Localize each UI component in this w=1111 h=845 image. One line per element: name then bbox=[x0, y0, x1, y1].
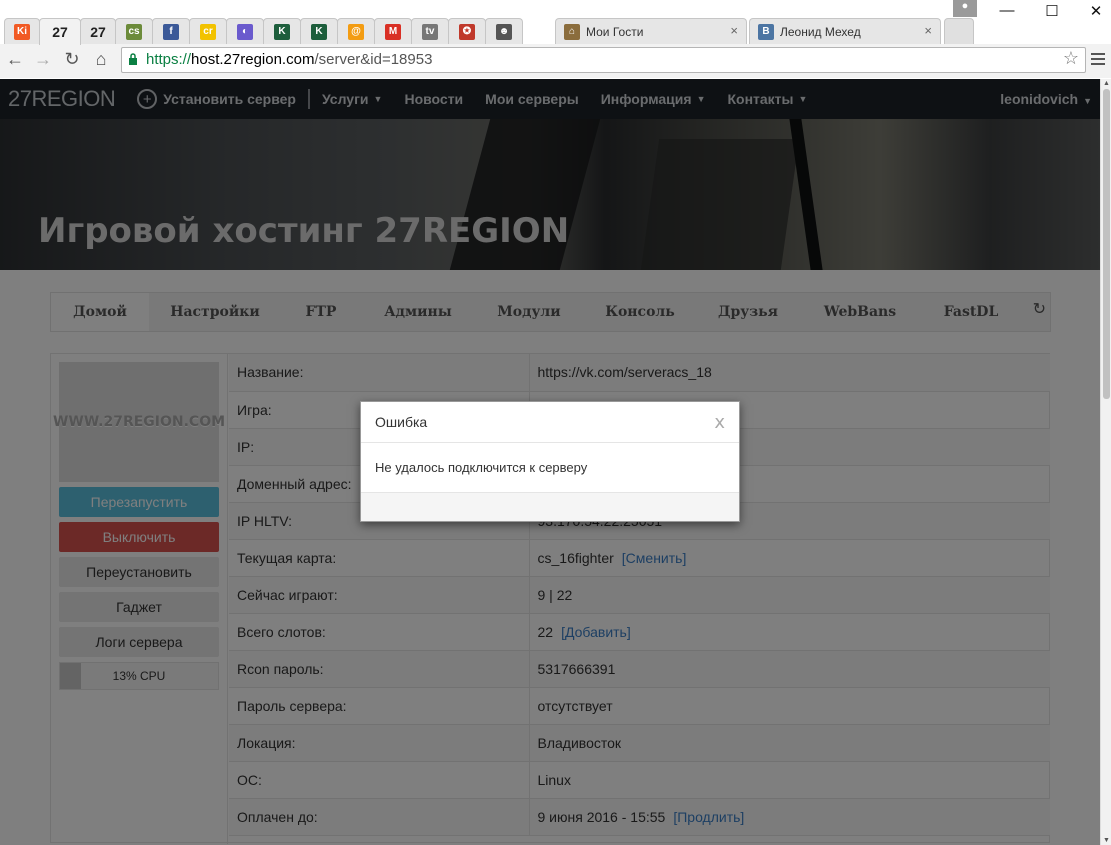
favicon-icon: ◐ bbox=[237, 23, 253, 40]
bookmark-star-icon[interactable]: ☆ bbox=[1063, 48, 1079, 69]
new-tab-button[interactable] bbox=[944, 18, 974, 44]
scroll-down-icon[interactable]: ▼ bbox=[1103, 837, 1110, 844]
favicon-icon: tv bbox=[422, 23, 438, 40]
tab-close-icon[interactable]: × bbox=[730, 23, 738, 38]
scroll-up-icon[interactable]: ▲ bbox=[1103, 80, 1110, 87]
maximize-button[interactable]: ☐ bbox=[1038, 2, 1066, 24]
page-scrollbar[interactable]: ▲ ▼ bbox=[1100, 79, 1111, 845]
home-icon[interactable]: ⌂ bbox=[89, 49, 113, 70]
browser-tab[interactable]: 27 bbox=[39, 18, 81, 45]
scrollbar-thumb[interactable] bbox=[1103, 89, 1110, 399]
favicon-icon: Ki bbox=[14, 23, 30, 40]
guest-icon: ⌂ bbox=[564, 23, 580, 40]
close-window-button[interactable]: ✕ bbox=[1082, 2, 1110, 24]
tab-moi-gosti[interactable]: ⌂ Мои Гости × bbox=[555, 18, 747, 44]
browser-tab[interactable]: K bbox=[300, 18, 338, 44]
browser-tab[interactable]: f bbox=[152, 18, 190, 44]
browser-tab[interactable]: ◐ bbox=[226, 18, 264, 44]
favicon-icon: cr bbox=[200, 23, 216, 40]
favicon-icon: K bbox=[311, 23, 327, 40]
reload-icon[interactable]: ↻ bbox=[60, 49, 84, 70]
browser-tab[interactable]: K bbox=[263, 18, 301, 44]
lock-icon bbox=[129, 53, 137, 65]
favicon-icon: 27 bbox=[52, 24, 68, 40]
browser-tab[interactable]: cr bbox=[189, 18, 227, 44]
modal-close-icon[interactable]: x bbox=[714, 412, 725, 433]
forward-icon[interactable]: → bbox=[31, 49, 55, 70]
browser-tab[interactable]: tv bbox=[411, 18, 449, 44]
favicon-icon: ✪ bbox=[459, 23, 475, 40]
address-bar[interactable]: https://host.27region.com/server&id=1895… bbox=[121, 47, 1086, 73]
chrome-menu-icon[interactable] bbox=[1091, 53, 1105, 68]
tab-close-icon[interactable]: × bbox=[924, 23, 932, 38]
browser-chrome: Ki 27 27 cs f cr ◐ K K @ Mtv ✪ ☻ ⌂ Мои Гости × B Лео… bbox=[0, 0, 1111, 78]
error-modal: Ошибка x Не удалось подключится к сервер… bbox=[360, 401, 740, 522]
favicon-icon: f bbox=[163, 23, 179, 40]
favicon-icon: cs bbox=[126, 23, 142, 40]
modal-message: Не удалось подключится к серверу bbox=[361, 443, 739, 493]
tab-strip: Ki 27 27 cs f cr ◐ K K @ Mtv ✪ ☻ ⌂ Мои Гости × B Лео… bbox=[0, 0, 1111, 45]
modal-footer bbox=[361, 493, 739, 521]
favicon-icon: @ bbox=[348, 23, 364, 40]
favicon-icon: M bbox=[385, 23, 401, 40]
browser-tab[interactable]: cs bbox=[115, 18, 153, 44]
browser-tab[interactable]: Ki bbox=[4, 18, 40, 44]
favicon-icon: 27 bbox=[90, 23, 106, 40]
minimize-button[interactable]: — bbox=[993, 2, 1021, 24]
browser-tab[interactable]: 27 bbox=[80, 18, 116, 44]
browser-tab[interactable]: @ bbox=[337, 18, 375, 44]
tab-title: Леонид Мехед bbox=[780, 24, 861, 39]
browser-tab[interactable]: ☻ bbox=[485, 18, 523, 44]
browser-tab[interactable]: ✪ bbox=[448, 18, 486, 44]
tab-title: Мои Гости bbox=[586, 24, 644, 39]
vk-icon: B bbox=[758, 23, 774, 40]
back-icon[interactable]: ← bbox=[3, 49, 27, 70]
tab-leonid-mehed[interactable]: B Леонид Мехед × bbox=[749, 18, 941, 44]
favicon-icon: ☻ bbox=[496, 23, 512, 40]
browser-tab[interactable]: M bbox=[374, 18, 412, 44]
modal-title: Ошибка bbox=[375, 414, 428, 430]
modal-header: Ошибка x bbox=[361, 402, 739, 443]
profile-icon[interactable]: ● bbox=[953, 0, 977, 17]
url-text: https://host.27region.com/server&id=1895… bbox=[146, 51, 433, 68]
favicon-icon: K bbox=[274, 23, 290, 40]
